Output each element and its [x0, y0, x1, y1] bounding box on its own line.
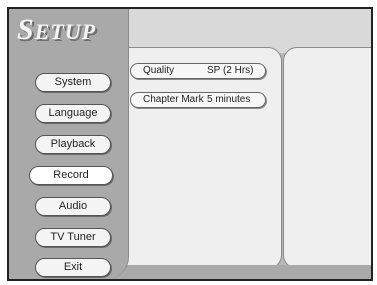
quality-setting[interactable]: Quality SP (2 Hrs): [130, 63, 266, 79]
chapter-mark-setting[interactable]: Chapter Mark 5 minutes: [130, 92, 266, 108]
chapter-mark-label: Chapter Mark: [143, 94, 204, 105]
menu-item-audio[interactable]: Audio: [35, 197, 111, 216]
page-title: SETUP: [17, 13, 97, 46]
setup-screen: SETUP System Language Playback Record Au…: [7, 7, 373, 281]
menu-item-record[interactable]: Record: [29, 166, 113, 185]
chapter-mark-value: 5 minutes: [207, 94, 251, 105]
detail-panel: [283, 47, 371, 269]
menu-item-language[interactable]: Language: [35, 104, 111, 123]
menu-item-exit[interactable]: Exit: [35, 258, 111, 277]
menu-item-system[interactable]: System: [35, 73, 111, 92]
menu-item-tv-tuner[interactable]: TV Tuner: [35, 228, 111, 247]
menu-item-playback[interactable]: Playback: [35, 135, 111, 154]
settings-panel: [120, 47, 282, 269]
quality-value: SP (2 Hrs): [207, 65, 254, 76]
quality-label: Quality: [143, 65, 175, 76]
